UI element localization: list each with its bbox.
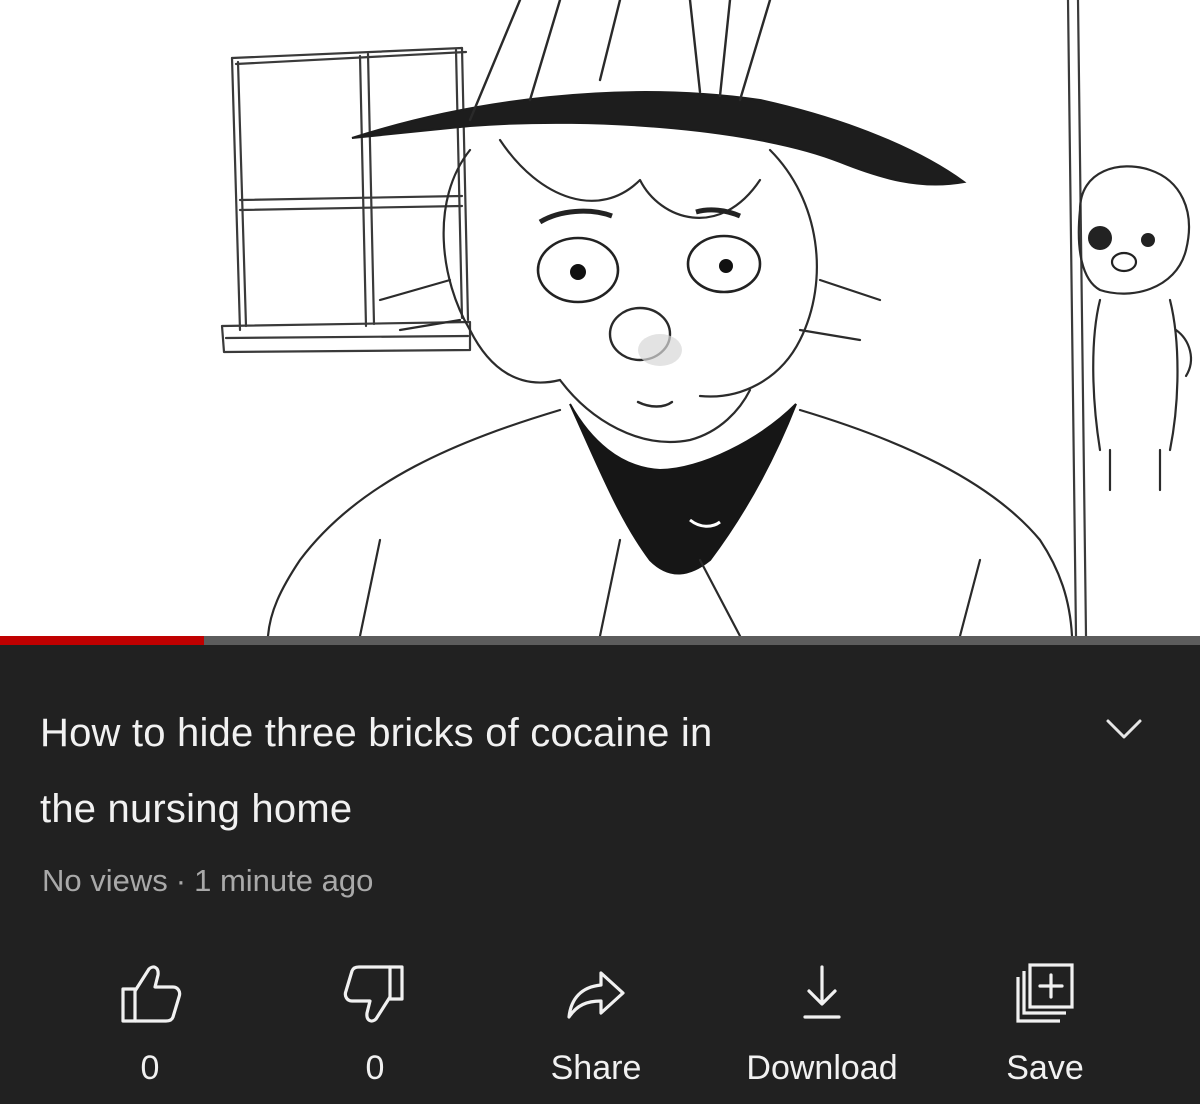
save-label: Save [1006, 1049, 1084, 1087]
download-icon [787, 959, 857, 1029]
save-button[interactable]: Save [950, 945, 1140, 1095]
video-info-panel: How to hide three bricks of cocaine in t… [0, 645, 1200, 1104]
share-label: Share [550, 1049, 642, 1087]
like-button[interactable]: 0 [55, 945, 245, 1095]
video-player[interactable] [0, 0, 1200, 636]
video-title[interactable]: How to hide three bricks of cocaine in t… [40, 695, 1000, 847]
video-title-line-2: the nursing home [40, 787, 353, 831]
download-label: Download [746, 1049, 898, 1087]
thumbs-up-icon [115, 959, 185, 1029]
sketch-illustration [220, 0, 1193, 636]
video-progress-bar[interactable] [0, 636, 1200, 645]
dislike-count: 0 [365, 1049, 385, 1087]
view-count: No views [42, 863, 168, 898]
video-title-line-1: How to hide three bricks of cocaine in [40, 711, 713, 755]
video-meta: No views · 1 minute ago [42, 861, 373, 901]
save-playlist-icon [1010, 959, 1080, 1029]
download-button[interactable]: Download [727, 945, 917, 1095]
action-bar: 0 0 Share Download Save [0, 945, 1200, 1095]
share-button[interactable]: Share [501, 945, 691, 1095]
upload-age: 1 minute ago [194, 863, 374, 898]
share-arrow-icon [561, 959, 631, 1029]
progress-played [0, 636, 204, 645]
chevron-down-icon[interactable] [1098, 703, 1150, 755]
like-count: 0 [140, 1049, 160, 1087]
dislike-button[interactable]: 0 [280, 945, 470, 1095]
video-page: How to hide three bricks of cocaine in t… [0, 0, 1200, 1104]
meta-separator: · [175, 863, 187, 898]
thumbs-down-icon [340, 959, 410, 1029]
